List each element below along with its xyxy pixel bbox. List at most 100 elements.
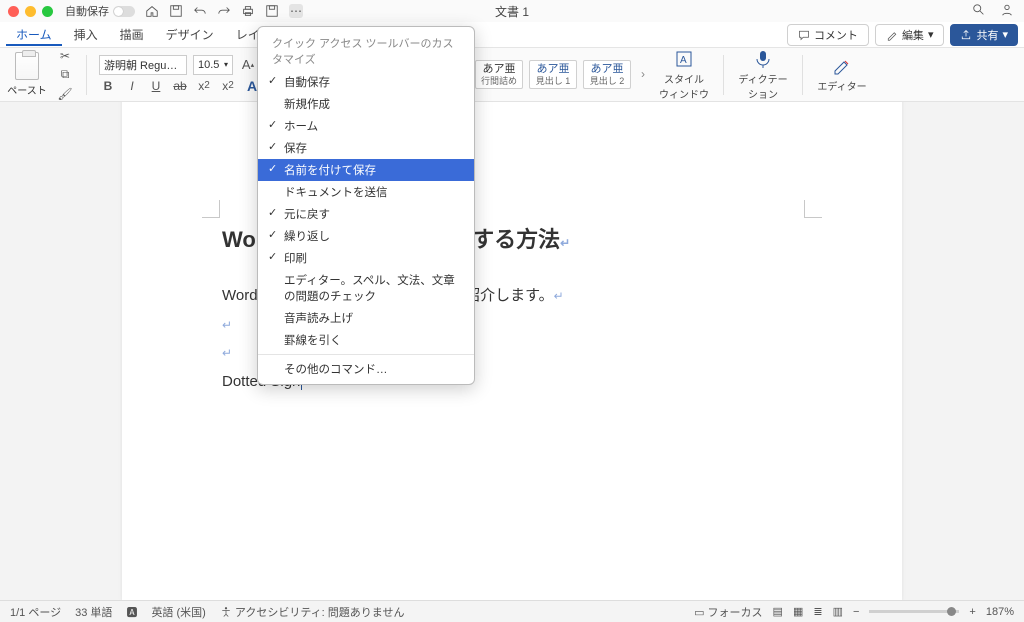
editing-mode-button[interactable]: 編集 ▾ <box>875 24 945 46</box>
quick-access-toolbar: ⋯ <box>145 4 303 18</box>
svg-text:A: A <box>680 55 687 66</box>
pencil-icon <box>886 29 898 41</box>
italic-icon[interactable]: I <box>123 77 141 95</box>
menu-title: クイック アクセス ツールバーのカスタマイズ <box>258 31 474 71</box>
menu-item[interactable]: 音声読み上げ <box>258 307 474 329</box>
superscript-icon[interactable]: x2 <box>219 77 237 95</box>
comment-icon <box>798 29 810 41</box>
share-icon <box>960 29 972 41</box>
view-web-icon[interactable]: ▦ <box>793 605 803 618</box>
format-painter-icon[interactable]: 🖌 <box>56 85 74 103</box>
window-controls[interactable] <box>8 6 53 17</box>
menu-item-more-commands[interactable]: その他のコマンド… <box>258 358 474 380</box>
print-icon[interactable] <box>241 4 255 18</box>
dictation-label: ディクテーション <box>736 71 790 101</box>
strikethrough-icon[interactable]: ab <box>171 77 189 95</box>
menu-item[interactable]: ドキュメントを送信 <box>258 181 474 203</box>
menu-item[interactable]: 元に戻す <box>258 203 474 225</box>
account-icon[interactable] <box>1000 3 1014 20</box>
editor-label: エディター <box>815 78 869 93</box>
status-bar: 1/1 ページ 33 単語 🅰 英語 (米国) アクセシビリティ: 問題ありませ… <box>0 600 1024 622</box>
home-icon[interactable] <box>145 4 159 18</box>
editor-button[interactable]: エディター <box>815 56 869 93</box>
menu-item[interactable]: エディター。スペル、文法、文章の問題のチェック <box>258 269 474 307</box>
share-label: 共有 <box>976 27 998 43</box>
editing-label: 編集 <box>902 27 924 43</box>
microphone-icon <box>753 49 773 69</box>
tab-insert[interactable]: 挿入 <box>64 23 108 46</box>
page-count[interactable]: 1/1 ページ <box>10 604 61 620</box>
copy-icon[interactable]: ⧉ <box>56 66 74 84</box>
tab-design[interactable]: デザイン <box>156 23 224 46</box>
chevron-down-icon: ▾ <box>1002 28 1008 41</box>
styles-pane-icon: A <box>674 49 694 69</box>
share-button[interactable]: 共有 ▾ <box>950 24 1018 46</box>
comments-button[interactable]: コメント <box>787 24 869 46</box>
menu-item[interactable]: 繰り返し <box>258 225 474 247</box>
menu-item[interactable]: 罫線を引く <box>258 329 474 351</box>
tab-home[interactable]: ホーム <box>6 23 62 46</box>
view-read-icon[interactable]: ▥ <box>833 605 843 618</box>
menu-item[interactable]: 自動保存 <box>258 71 474 93</box>
paragraph-mark-icon: ↵ <box>560 236 570 250</box>
font-size-value: 10.5 <box>198 59 219 71</box>
save-icon[interactable] <box>169 4 183 18</box>
font-size-select[interactable]: 10.5 ▾ <box>193 55 233 75</box>
styles-pane-label: スタイル ウィンドウ <box>657 71 711 101</box>
zoom-level[interactable]: 187% <box>986 606 1014 618</box>
font-family-value: 游明朝 Regu… <box>104 57 177 73</box>
word-count[interactable]: 33 単語 <box>75 604 112 620</box>
underline-icon[interactable]: U <box>147 77 165 95</box>
cut-icon[interactable]: ✂ <box>56 47 74 65</box>
style-heading1[interactable]: あア亜見出し 1 <box>529 60 577 90</box>
close-window-icon[interactable] <box>8 6 19 17</box>
redo-icon[interactable] <box>217 4 231 18</box>
styles-pane-button[interactable]: A スタイル ウィンドウ <box>657 49 711 101</box>
margin-corner-icon <box>202 200 220 218</box>
chevron-right-icon[interactable]: › <box>637 67 649 81</box>
switch-off-icon[interactable] <box>113 6 135 17</box>
menu-item[interactable]: 印刷 <box>258 247 474 269</box>
menu-item[interactable]: 名前を付けて保存 <box>258 159 474 181</box>
search-icon[interactable] <box>972 3 986 20</box>
document-canvas[interactable]: Word で契約書を PDF 化する方法↵ Word で契約書を PDF 化する… <box>0 102 1024 600</box>
paragraph-mark-icon: ↵ <box>222 318 232 332</box>
minimize-window-icon[interactable] <box>25 6 36 17</box>
view-outline-icon[interactable]: ≣ <box>813 605 822 618</box>
customize-qat-menu: クイック アクセス ツールバーのカスタマイズ 自動保存新規作成ホーム保存名前を付… <box>257 26 475 385</box>
editor-icon <box>832 56 852 76</box>
tab-draw[interactable]: 描画 <box>110 23 154 46</box>
clipboard-icon <box>15 52 39 80</box>
ribbon-toolbar: ペースト ✂ ⧉ 🖌 游明朝 Regu… 10.5 ▾ A▴ A▾ Aa A B… <box>0 48 1024 102</box>
autosave-label: 自動保存 <box>65 3 109 19</box>
undo-icon[interactable] <box>193 4 207 18</box>
autosave-toggle[interactable]: 自動保存 <box>65 3 135 19</box>
style-heading2[interactable]: あア亜見出し 2 <box>583 60 631 90</box>
accessibility-status[interactable]: アクセシビリティ: 問題ありません <box>220 604 405 620</box>
paste-button[interactable]: ペースト <box>6 52 48 97</box>
zoom-in-button[interactable]: + <box>969 606 975 618</box>
view-print-icon[interactable]: ▤ <box>773 605 783 618</box>
comments-label: コメント <box>814 27 858 43</box>
dictation-button[interactable]: ディクテーション <box>736 49 790 101</box>
window-titlebar: 自動保存 ⋯ 文書 1 <box>0 0 1024 22</box>
language-status[interactable]: 英語 (米国) <box>151 604 205 620</box>
page[interactable]: Word で契約書を PDF 化する方法↵ Word で契約書を PDF 化する… <box>122 102 902 600</box>
menu-item[interactable]: ホーム <box>258 115 474 137</box>
menu-item[interactable]: 新規作成 <box>258 93 474 115</box>
spellcheck-icon[interactable]: 🅰 <box>126 604 137 620</box>
maximize-window-icon[interactable] <box>42 6 53 17</box>
menu-item[interactable]: 保存 <box>258 137 474 159</box>
paragraph-mark-icon: ↵ <box>554 289 564 303</box>
font-family-select[interactable]: 游明朝 Regu… <box>99 55 187 75</box>
overflow-icon[interactable]: ⋯ <box>289 4 303 18</box>
focus-mode-button[interactable]: ▭ フォーカス <box>694 604 762 620</box>
zoom-out-button[interactable]: − <box>853 606 859 618</box>
grow-font-icon[interactable]: A▴ <box>239 56 257 74</box>
subscript-icon[interactable]: x2 <box>195 77 213 95</box>
style-nospacing[interactable]: あア亜行間詰め <box>475 60 523 90</box>
save-as-icon[interactable] <box>265 4 279 18</box>
zoom-slider[interactable] <box>869 610 959 613</box>
paste-label: ペースト <box>6 82 48 97</box>
bold-icon[interactable]: B <box>99 77 117 95</box>
